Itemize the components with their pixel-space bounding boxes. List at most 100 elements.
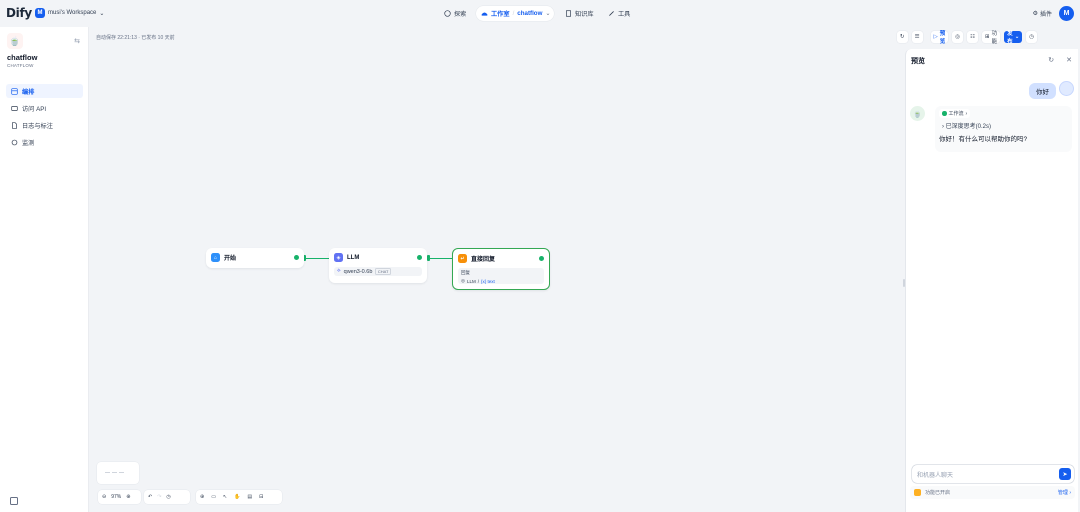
features-button[interactable]: ⊞ 功能 [982, 31, 1001, 45]
nav-studio[interactable]: 工作室 / chatflow ⌄ [476, 6, 554, 21]
answer-label: 回复 [461, 270, 470, 275]
node-title: LLM [347, 254, 360, 261]
node-answer[interactable]: ↵ 直接回复 回复 ◎ LLM / {x} text [452, 248, 550, 290]
plugins-button[interactable]: ⚙ 插件 [1033, 9, 1052, 18]
model-provider-icon: ⟡ [337, 268, 341, 274]
nav-knowledge-label: 知识库 [575, 11, 594, 18]
nav-explore[interactable]: 探索 [444, 6, 466, 21]
llm-output-handle[interactable] [427, 255, 430, 261]
list-button[interactable]: ☷ [967, 31, 979, 43]
features-status: 功能已开启 [925, 490, 951, 496]
workspace-name: musi's Workspace [48, 10, 97, 16]
book-icon [566, 10, 571, 17]
collapse-sidebar-icon[interactable] [10, 497, 18, 505]
pointer-icon[interactable]: ↖ [223, 494, 227, 500]
top-bar: Dify M musi's Workspace ⌄ 探索 工作室 / chatf… [0, 0, 1080, 27]
close-icon[interactable]: ✕ [1066, 56, 1072, 64]
minimap-node [119, 472, 124, 473]
check-circle-icon: ◎ [955, 34, 961, 40]
zoom-in-icon[interactable]: ⊕ [126, 494, 130, 500]
zoom-out-icon[interactable]: ⊖ [102, 494, 106, 500]
play-icon: ▷ [933, 34, 938, 40]
features-icon [914, 489, 921, 496]
organize-icon[interactable]: ⊟ [259, 494, 263, 500]
ref-separator: / [477, 278, 479, 284]
sidebar-item-label: 访问 API [22, 105, 47, 113]
history-button[interactable]: ◷ [1026, 31, 1038, 43]
dify-logo[interactable]: Dify [6, 6, 32, 20]
hand-icon[interactable]: ✋ [234, 494, 240, 500]
clock-icon: ◷ [1029, 34, 1035, 40]
features-bar: 功能已开启 管理 › [910, 486, 1075, 499]
export-image-icon[interactable]: ▤ [247, 494, 252, 500]
env-variables-button[interactable]: ☰ [911, 31, 923, 43]
chevron-right-icon: › [942, 124, 944, 130]
chevron-down-icon: ⌄ [1014, 34, 1020, 40]
workspace-switcher[interactable]: M musi's Workspace ⌄ [35, 8, 104, 18]
restart-icon[interactable]: ↻ [1048, 56, 1054, 64]
run-history-button[interactable]: ↻ [897, 31, 908, 43]
node-llm[interactable]: ◈ LLM ⟡ qwen3-0.6b CHAT [329, 248, 427, 283]
sidebar-item-label: 日志与标注 [22, 122, 53, 130]
autosave-status: 自动保存 22:21:13 · 已发布 10 天前 [96, 35, 175, 41]
answer-icon: ↵ [458, 254, 467, 263]
current-app-label[interactable]: chatflow [517, 10, 542, 17]
switch-app-icon[interactable]: ⇆ [74, 37, 80, 45]
workspace-badge: M [35, 8, 45, 18]
add-note-icon[interactable]: ▭ [211, 494, 216, 500]
workflow-label: 工作流 [948, 111, 964, 117]
chat-input[interactable]: 和机器人聊天 ➤ [912, 465, 1074, 483]
app-icon: 🍵 [7, 33, 23, 49]
undo-icon[interactable]: ↶ [148, 494, 152, 500]
thinking-toggle[interactable]: › 已深度思考(0.2s) [942, 121, 991, 130]
nav-studio-label: 工作室 [491, 11, 510, 18]
app-sidebar: 🍵 ⇆ chatflow CHATFLOW 编排 访问 API 日志与标注 监测 [0, 27, 89, 512]
workflow-process-toggle[interactable]: 工作流 › [939, 109, 971, 118]
nav-tools[interactable]: 工具 [608, 6, 630, 21]
history-icon[interactable]: ◷ [166, 494, 170, 500]
workflow-canvas[interactable]: 自动保存 22:21:13 · 已发布 10 天前 ↻ ☰ ▷ 预览 ◎ ☷ ⊞… [90, 27, 1038, 512]
publish-button[interactable]: 发布 ⌄ [1004, 31, 1023, 45]
node-start-header: ⌂ 开始 [211, 253, 236, 262]
checklist-button[interactable]: ◎ [952, 31, 964, 43]
preview-label: 预览 [939, 31, 946, 45]
manage-label: 管理 [1057, 490, 1068, 496]
user-avatar[interactable]: M [1059, 6, 1074, 21]
preview-panel: 预览 ↻ ✕ 你好 🍵 工作流 › › 已深度思考(0.2s) 你好！有什么可以… [905, 49, 1078, 512]
chat-input-placeholder: 和机器人聊天 [917, 473, 954, 479]
redo-icon[interactable]: ↷ [157, 494, 161, 500]
add-node-icon[interactable]: ⊕ [200, 494, 204, 500]
layout-icon [11, 87, 18, 95]
manage-features-link[interactable]: 管理 › [1058, 489, 1071, 496]
chevron-down-icon: ⌄ [99, 10, 105, 17]
minimap[interactable] [97, 462, 139, 484]
success-status-icon [294, 255, 299, 260]
send-button[interactable]: ➤ [1059, 468, 1071, 480]
sliders-icon: ☰ [914, 34, 920, 40]
success-status-icon [539, 256, 544, 261]
bot-reply: 你好！有什么可以帮助你的吗? [939, 136, 1028, 143]
top-right-actions: ⚙ 插件 M [1033, 6, 1074, 21]
studio-icon [481, 12, 488, 16]
node-title: 直接回复 [471, 257, 496, 263]
zoom-level[interactable]: 97% [111, 494, 121, 500]
model-mode-tag: CHAT [375, 268, 391, 275]
sidebar-item-api[interactable]: 访问 API [6, 101, 83, 115]
nav-knowledge[interactable]: 知识库 [565, 6, 594, 21]
minimap-node [112, 472, 117, 473]
sidebar-item-monitor[interactable]: 监测 [6, 135, 83, 149]
sidebar-item-orchestrate[interactable]: 编排 [6, 84, 83, 98]
list-icon: ☷ [970, 34, 976, 40]
wrench-icon [609, 11, 614, 16]
edge-llm-answer [427, 258, 452, 259]
node-llm-header: ◈ LLM [334, 253, 359, 262]
model-name: qwen3-0.6b [343, 268, 373, 275]
sidebar-item-logs[interactable]: 日志与标注 [6, 118, 83, 132]
nav-explore-label: 探索 [454, 11, 467, 18]
user-message: 你好 [1029, 83, 1056, 99]
edge-start-llm [304, 258, 329, 259]
preview-button[interactable]: ▷ 预览 [930, 31, 949, 45]
grid-icon: ⊞ [985, 34, 990, 40]
app-type: CHATFLOW [7, 63, 34, 68]
node-start[interactable]: ⌂ 开始 [206, 248, 304, 268]
